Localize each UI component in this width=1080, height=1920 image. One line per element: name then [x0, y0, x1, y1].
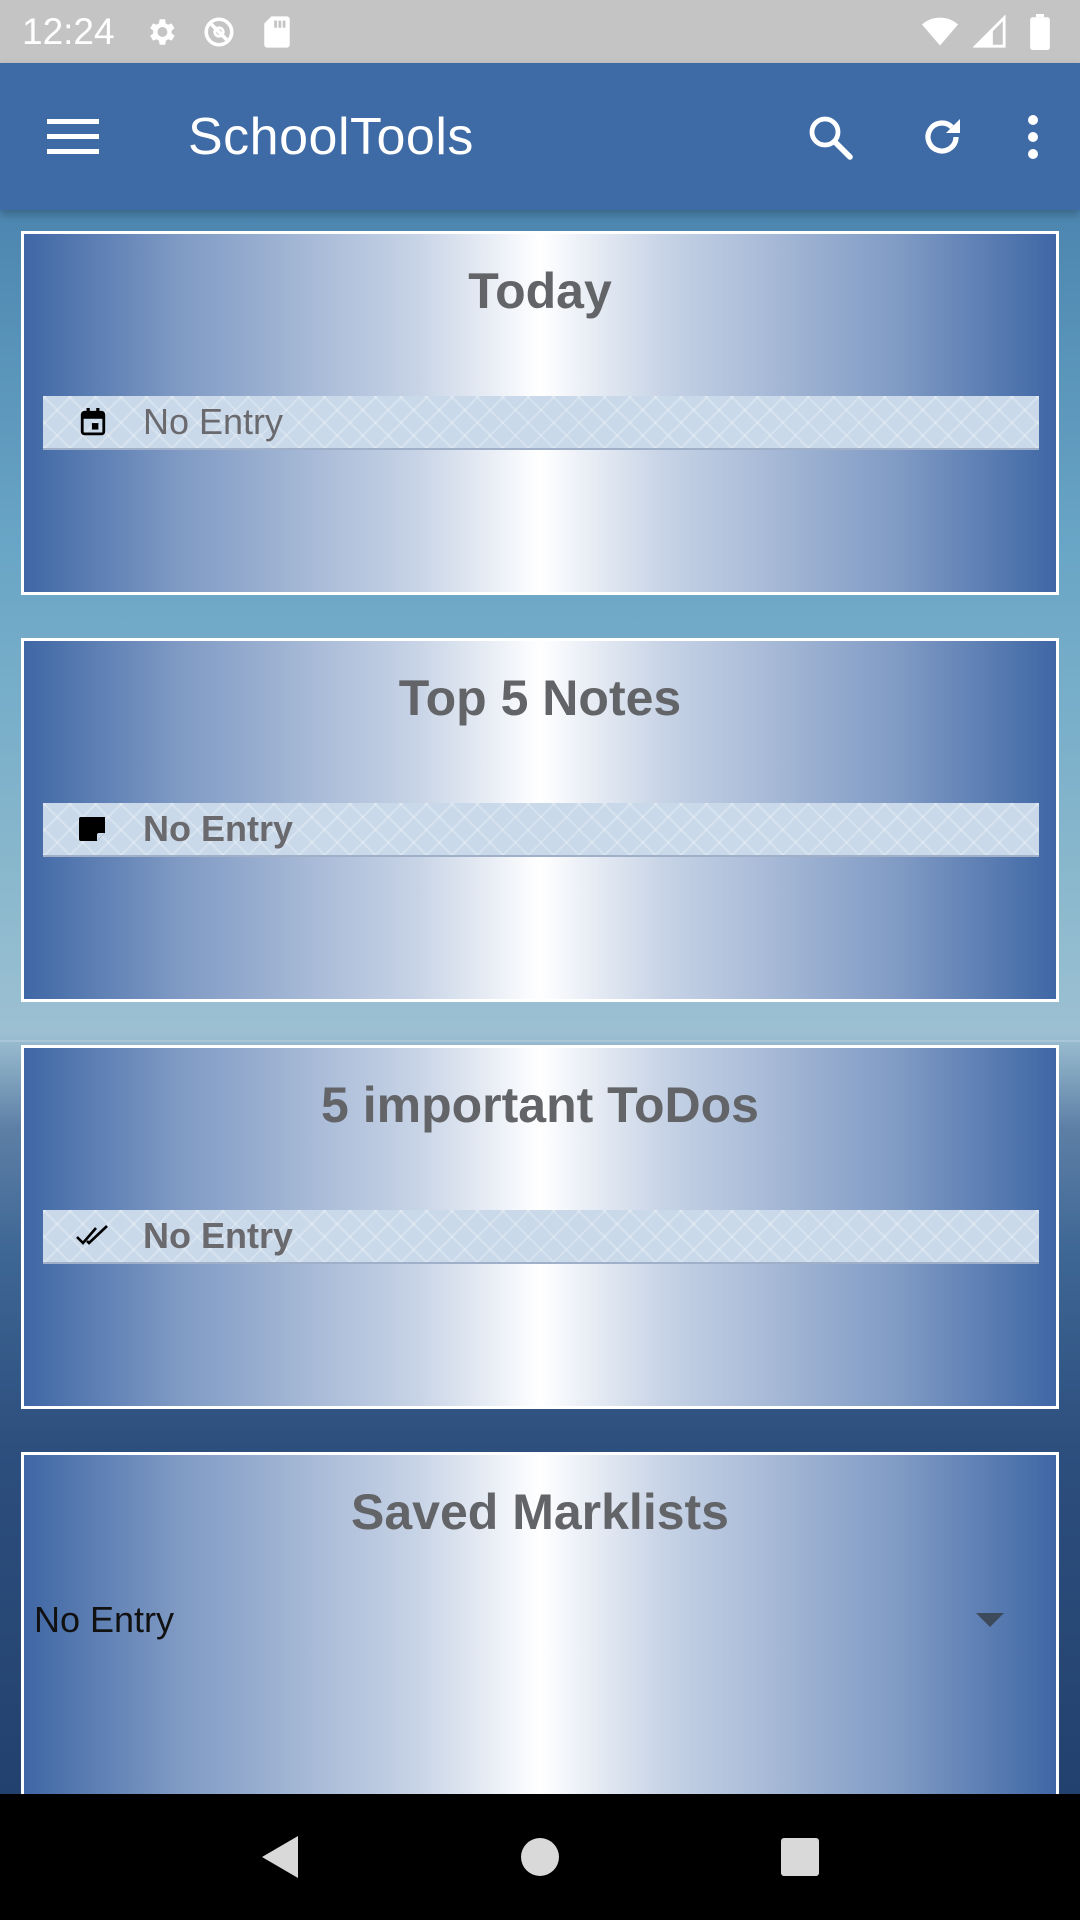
marklist-selected-value: No Entry — [34, 1599, 175, 1640]
refresh-button[interactable] — [886, 81, 998, 193]
wifi-icon — [922, 14, 958, 50]
today-card: Today No Entry — [21, 231, 1059, 595]
notes-entry-text: No Entry — [143, 808, 294, 849]
todos-entry-row[interactable]: No Entry — [43, 1210, 1039, 1264]
status-time: 12:24 — [22, 10, 115, 52]
more-vert-icon — [1028, 114, 1038, 159]
hamburger-icon — [47, 118, 99, 154]
app-actions — [774, 81, 1068, 193]
back-icon — [262, 1836, 298, 1878]
home-button[interactable] — [495, 1812, 585, 1902]
status-left-icons — [143, 14, 295, 50]
note-icon — [43, 802, 143, 856]
menu-button[interactable] — [0, 63, 146, 210]
notes-entry-row[interactable]: No Entry — [43, 803, 1039, 857]
double-check-icon — [43, 1209, 143, 1263]
today-entry-row[interactable]: No Entry — [43, 396, 1039, 450]
status-bar: 12:24 — [0, 0, 1080, 63]
back-button[interactable] — [235, 1812, 325, 1902]
settings-icon — [143, 14, 179, 50]
calendar-icon — [43, 395, 143, 449]
recents-icon — [781, 1838, 819, 1876]
sd-card-icon — [259, 14, 295, 50]
marklists-card: Saved Marklists No Entry — [21, 1452, 1059, 1794]
notes-card: Top 5 Notes No Entry — [21, 638, 1059, 1002]
no-sync-icon — [201, 14, 237, 50]
dashboard-content[interactable]: Today No Entry Top 5 Notes No Entry 5 im… — [0, 210, 1080, 1794]
sea-horizon — [0, 1040, 1080, 1042]
refresh-icon — [925, 118, 960, 154]
app-bar: SchoolTools — [0, 63, 1080, 210]
system-nav-bar — [0, 1794, 1080, 1920]
app-title: SchoolTools — [188, 107, 474, 166]
todos-card: 5 important ToDos No Entry — [21, 1045, 1059, 1409]
signal-icon — [972, 14, 1008, 50]
search-button[interactable] — [774, 81, 886, 193]
recents-button[interactable] — [755, 1812, 845, 1902]
today-entry-text: No Entry — [143, 401, 284, 442]
more-options-button[interactable] — [998, 81, 1068, 193]
todos-entry-text: No Entry — [143, 1215, 294, 1256]
marklists-card-title: Saved Marklists — [351, 1484, 729, 1540]
home-icon — [521, 1838, 559, 1876]
chevron-down-icon — [976, 1613, 1004, 1627]
todos-card-title: 5 important ToDos — [321, 1077, 759, 1133]
notes-card-title: Top 5 Notes — [398, 670, 682, 726]
battery-icon — [1022, 13, 1058, 50]
search-icon — [809, 116, 853, 160]
today-card-title: Today — [468, 263, 612, 319]
status-right-icons — [922, 13, 1058, 50]
marklist-dropdown[interactable]: No Entry — [34, 1585, 1034, 1655]
